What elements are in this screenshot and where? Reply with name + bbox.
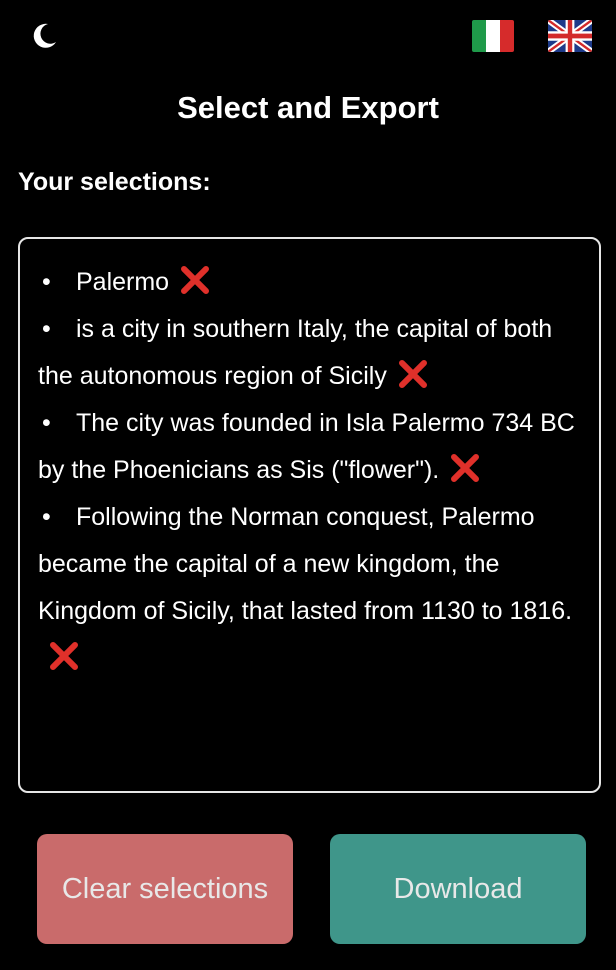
list-item: • Following the Norman conquest, Palermo … [38,494,581,682]
close-icon[interactable] [397,358,429,390]
page-title: Select and Export [177,90,439,125]
selection-text: is a city in southern Italy, the capital… [38,315,553,390]
selection-text: Following the Norman conquest, Palermo b… [38,503,573,625]
selection-text: The city was founded in Isla Palermo 734… [38,409,575,484]
selections-box: • Palermo • is a city in southern Italy, t… [18,237,601,793]
close-icon[interactable] [48,640,80,672]
download-button[interactable]: Download [330,834,586,944]
close-icon[interactable] [449,452,481,484]
selections-heading: Your selections: [18,168,211,196]
list-item: • Palermo [38,259,581,306]
uk-flag-icon[interactable] [548,20,592,52]
bullet: • [42,315,51,343]
list-item: • The city was founded in Isla Palermo 73… [38,400,581,494]
clear-selections-button[interactable]: Clear selections [37,834,293,944]
bullet: • [42,409,51,437]
close-icon[interactable] [179,264,211,296]
moon-icon[interactable] [28,20,60,52]
selections-list: • Palermo • is a city in southern Italy, t… [38,259,581,682]
bullet: • [42,268,51,296]
selection-text: Palermo [76,268,170,296]
bullet: • [42,503,51,531]
list-item: • is a city in southern Italy, the capita… [38,306,581,400]
italy-flag-icon[interactable] [472,20,514,52]
top-bar [0,0,616,72]
